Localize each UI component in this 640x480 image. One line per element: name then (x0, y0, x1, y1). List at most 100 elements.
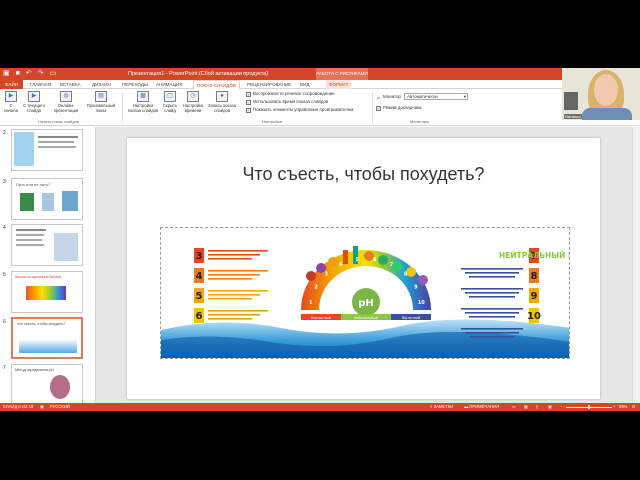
slide-thumbnail[interactable]: Пить или не пить? (11, 178, 83, 220)
thumbnail-text-line (38, 141, 74, 143)
vertical-scrollbar[interactable] (632, 127, 640, 403)
thumbnail-text-line (16, 234, 44, 236)
food-item (378, 255, 388, 265)
text-line (461, 308, 523, 310)
slide-title[interactable]: Что съесть, чтобы похудеть? (127, 164, 600, 185)
left-number: 6 (196, 311, 203, 322)
food-item (418, 275, 428, 285)
reading-view-icon[interactable]: ▯ (536, 403, 538, 411)
text-line (469, 336, 515, 338)
left-number: 5 (196, 291, 203, 302)
tab-insert[interactable]: ВСТАВКА (60, 80, 81, 89)
slide-number: 3 (3, 179, 6, 185)
text-line (208, 294, 260, 296)
from-start-button[interactable]: ▶ С начала (2, 91, 20, 113)
text-line (208, 270, 268, 272)
zoom-level[interactable]: 89% (619, 403, 627, 411)
hide-slide-button[interactable]: ▢ Скрыть слайд (161, 91, 179, 113)
text-line (208, 254, 260, 256)
from-current-button[interactable]: ▶ С текущего слайда (22, 91, 46, 113)
right-number: 10 (527, 311, 541, 322)
food-item (328, 257, 338, 267)
tab-slideshow[interactable]: ПОКАЗ СЛАЙДОВ (193, 80, 240, 89)
spellcheck-icon[interactable]: ▣ (40, 403, 44, 411)
thumbnail-text-line (38, 136, 78, 138)
setup-slideshow-button[interactable]: ▦ Настройка показа слайдов (126, 91, 160, 113)
scale-number: 5 (355, 257, 359, 263)
tab-review[interactable]: РЕЦЕНЗИРОВАНИЕ (247, 80, 291, 89)
neutral-ph-heading: НЕЙТРАЛЬНЫЙ PH (499, 251, 570, 260)
tab-view[interactable]: ВИД (300, 80, 309, 89)
scale-number: 9 (414, 285, 418, 291)
redo-icon[interactable]: ↷ (38, 69, 44, 79)
save-icon[interactable]: ■ (16, 69, 20, 79)
text-line (208, 310, 268, 312)
scale-number: 4 (339, 262, 343, 268)
food-item (392, 261, 402, 271)
hide-slide-icon: ▢ (164, 91, 176, 102)
chevron-down-icon: ▾ (463, 94, 466, 99)
slide-thumbnail[interactable] (11, 129, 83, 171)
tab-design[interactable]: ДИЗАЙН (92, 80, 111, 89)
zoom-out-icon[interactable]: − (560, 403, 562, 411)
ribbon-separator (372, 92, 373, 123)
media-controls-checkbox[interactable]: ✓ Показать элементы управления проигрыват… (246, 107, 353, 113)
webcam-overlay: Наталья (562, 68, 640, 120)
thumbnail-text-line (16, 229, 46, 231)
text-line (208, 274, 260, 276)
selected-picture[interactable]: pH Кислотный Нейтральный Щелочной 3 4 5 … (160, 227, 570, 359)
narration-checkbox[interactable]: ✓ Воспроизвести речевое сопровождение (246, 91, 335, 97)
slide-thumbnails-panel[interactable]: 2 3 Пить или не пить? 4 5 Кислотно-щелоч… (0, 127, 96, 404)
slide-thumbnail-selected[interactable]: Что съесть, чтобы похудеть? (11, 317, 83, 359)
tab-transitions[interactable]: ПЕРЕХОДЫ (122, 80, 148, 89)
tab-home[interactable]: ГЛАВНАЯ (30, 80, 51, 89)
timings-checkbox[interactable]: ✓ Использовать время показа слайдов (246, 99, 328, 105)
monitor-label: ▭ Монитор: (376, 94, 403, 100)
thumbnail-title: Метод определения pH (15, 368, 54, 372)
thumbnail-text-line (38, 146, 76, 148)
monitor-select[interactable]: Автоматически ▾ (404, 93, 468, 100)
slide-editor-area: Что съесть, чтобы похудеть? pH Кислотный… (96, 127, 632, 403)
checkmark-icon: ✓ (246, 108, 251, 113)
slide-thumbnail[interactable]: Метод определения pH (11, 364, 83, 404)
slideshow-view-icon[interactable]: ▣ (548, 403, 552, 411)
start-slideshow-icon[interactable]: ▭ (50, 69, 57, 79)
record-slideshow-button[interactable]: ● Запись показа слайдов (207, 91, 237, 113)
comments-button[interactable]: ▬ ПРИМЕЧАНИЯ (464, 403, 499, 411)
thumbnail-title: Пить или не пить? (16, 182, 51, 187)
food-item (406, 267, 416, 277)
normal-view-icon[interactable]: ▭ (512, 403, 516, 411)
thumbnail-image (19, 333, 77, 353)
text-line (465, 312, 519, 314)
slide-number: 6 (3, 319, 6, 325)
online-present-button[interactable]: ◍ Онлайн-презентация (48, 91, 84, 113)
zoom-slider-thumb[interactable] (588, 405, 590, 409)
notes-button[interactable]: ≡ ЗАМЕТКИ (430, 403, 453, 411)
rehearse-timings-button[interactable]: ◷ Настройка времени (181, 91, 205, 113)
fit-slide-icon[interactable]: ⊡ (632, 403, 636, 411)
slide-canvas[interactable]: Что съесть, чтобы похудеть? pH Кислотный… (127, 138, 600, 399)
slide-counter: СЛАЙД 6 ИЗ 18 (3, 404, 34, 409)
tab-format[interactable]: ФОРМАТ (326, 80, 352, 89)
presenter-face (594, 74, 618, 106)
scale-number: 6 (373, 257, 377, 263)
group-label-setup: Настройка (262, 119, 282, 124)
presenter-view-checkbox[interactable]: ✓ Режим докладчика (376, 105, 422, 111)
custom-show-icon: ▤ (95, 91, 107, 102)
status-bar: СЛАЙД 6 ИЗ 18 ▣ РУССКИЙ ≡ ЗАМЕТКИ ▬ ПРИМ… (0, 403, 640, 411)
undo-icon[interactable]: ↶ (26, 69, 32, 79)
slide-thumbnail[interactable] (11, 224, 83, 266)
text-line (208, 258, 252, 260)
language-indicator[interactable]: РУССКИЙ (50, 403, 70, 411)
zoom-in-icon[interactable]: + (613, 403, 615, 411)
context-tab-group-label: РАБОТА С РИСУНКАМИ (316, 68, 368, 80)
slide-thumbnail[interactable]: Кислотно-щелочной баланс (11, 271, 83, 313)
tab-file[interactable]: ФАЙЛ (0, 80, 23, 89)
tab-animations[interactable]: АНИМАЦИЯ (156, 80, 183, 89)
custom-show-button[interactable]: ▤ Произвольный показ (85, 91, 117, 113)
slide-sorter-icon[interactable]: ▦ (524, 403, 528, 411)
ph-badge: pH (358, 298, 374, 309)
ph-bar-label: Кислотный (311, 316, 331, 320)
quick-access-toolbar: ▣ ■ ↶ ↷ ▭ (3, 69, 56, 79)
ph-bar-label: Нейтральный (354, 316, 378, 320)
